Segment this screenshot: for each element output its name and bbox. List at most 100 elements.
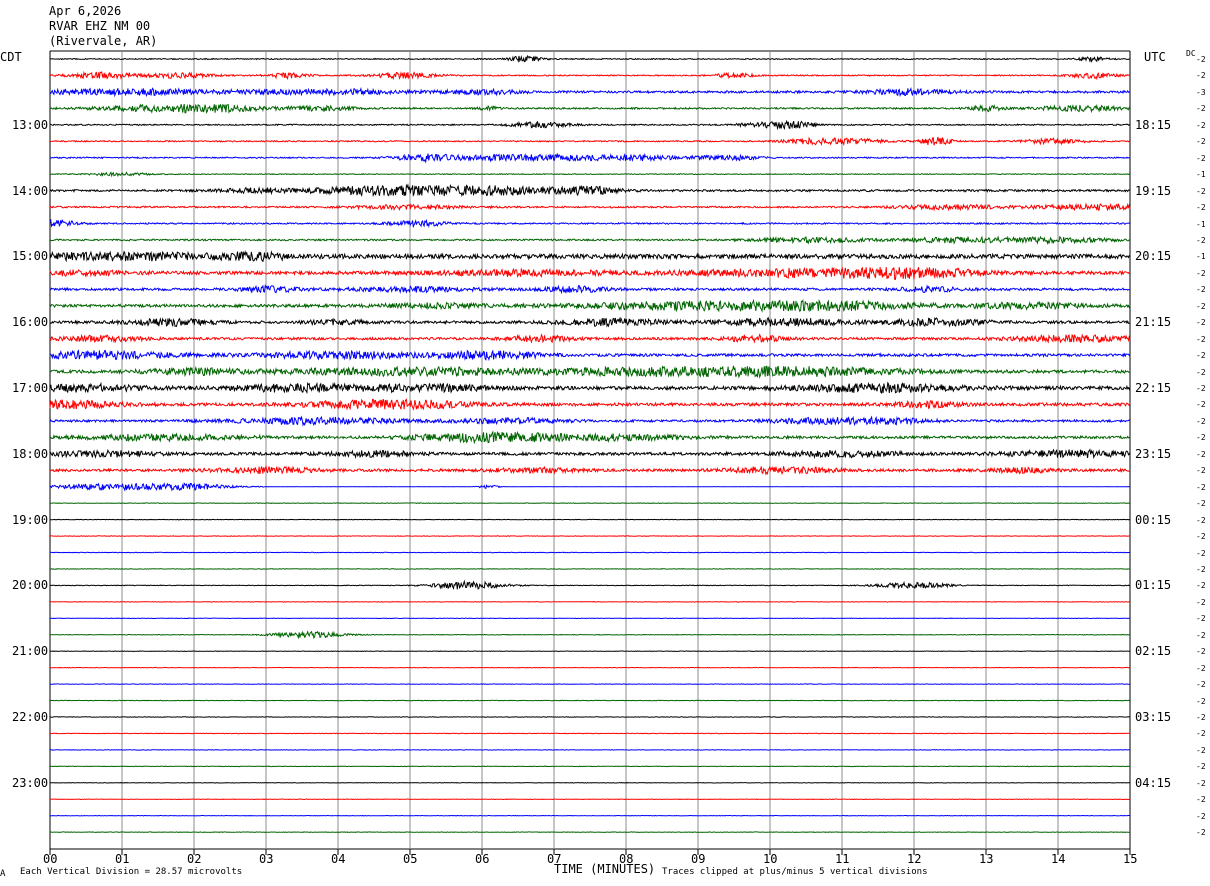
seismic-trace-48: [50, 831, 1131, 833]
dc-offset-value: -2: [1196, 745, 1206, 755]
dc-offset-value: -2: [1196, 499, 1206, 509]
seismic-trace-25: [49, 448, 1131, 460]
seismic-trace-27: [49, 481, 1131, 492]
dc-offset-value: -2: [1196, 778, 1206, 788]
seismic-trace-38: [49, 666, 1131, 669]
seismic-trace-5: [49, 119, 1131, 131]
seismic-trace-33: [49, 579, 1131, 590]
right-hour-label: 19:15: [1135, 183, 1172, 198]
dc-offset-value: -2: [1196, 268, 1206, 278]
left-hour-label: 17:00: [12, 381, 49, 395]
left-hour-label: 13:00: [12, 117, 49, 132]
dc-offset-value: -2: [1196, 647, 1206, 657]
seismic-trace-15: [49, 284, 1131, 295]
dc-offset-value: -2: [1196, 811, 1206, 821]
dc-offset-value: -2: [1196, 548, 1206, 558]
seismic-trace-19: [49, 349, 1131, 362]
seismic-trace-20: [49, 365, 1131, 379]
x-tick-label: 12: [907, 852, 922, 866]
left-hour-label: 18:00: [12, 446, 49, 461]
right-hour-label: 23:15: [1135, 446, 1172, 461]
dc-offset-value: -2: [1196, 828, 1206, 838]
seismic-trace-13: [49, 249, 1131, 263]
seismic-trace-14: [49, 266, 1130, 280]
right-hour-label: 03:15: [1135, 710, 1172, 724]
dc-offset-value: -3: [1196, 87, 1206, 97]
right-hour-label: 20:15: [1135, 249, 1172, 264]
dc-offset-value: -1: [1196, 170, 1206, 180]
seismic-trace-32: [49, 568, 1130, 570]
dc-offset-value: -2: [1196, 120, 1206, 130]
x-tick-label: 09: [691, 852, 706, 866]
seismic-trace-16: [49, 298, 1131, 313]
right-hour-label: 00:15: [1135, 512, 1172, 527]
seismic-trace-4: [49, 103, 1131, 115]
dc-offset-value: -2: [1196, 680, 1206, 690]
dc-offset-value: -2: [1196, 71, 1206, 81]
dc-offset-value: -1: [1196, 252, 1206, 262]
seismic-trace-26: [49, 464, 1131, 476]
dc-offset-value: -2: [1196, 466, 1206, 476]
x-tick-label: 02: [187, 852, 202, 866]
dc-offset-value: -2: [1196, 433, 1206, 443]
left-hour-label: 16:00: [12, 315, 49, 330]
seismic-trace-36: [50, 630, 1131, 640]
seismic-trace-11: [49, 218, 1131, 229]
dc-offset-value: -2: [1196, 581, 1206, 591]
dc-offset-value: -2: [1196, 449, 1206, 459]
dc-offset-value: -2: [1196, 614, 1206, 624]
dc-offset-value: -2: [1196, 351, 1206, 361]
seismic-trace-3: [50, 86, 1131, 98]
seismic-trace-42: [49, 732, 1130, 735]
seismic-trace-8: [49, 171, 1131, 178]
dc-offset-value: -2: [1196, 482, 1206, 492]
seismic-trace-12: [49, 235, 1131, 245]
seismic-trace-17: [49, 316, 1131, 328]
seismic-trace-6: [49, 136, 1131, 147]
seismic-trace-18: [49, 333, 1131, 344]
left-hour-label: 15:00: [12, 249, 49, 264]
dc-offset-value: -2: [1196, 104, 1206, 114]
dc-offset-value: -2: [1196, 235, 1206, 245]
right-hour-label: 21:15: [1135, 315, 1172, 330]
left-hour-label: 20:00: [12, 578, 49, 593]
seismic-trace-7: [49, 152, 1131, 164]
seismic-trace-46: [49, 798, 1131, 801]
x-tick-label: 10: [763, 852, 778, 866]
dc-offset-value: -2: [1196, 334, 1206, 344]
dc-offset-value: -2: [1196, 137, 1206, 147]
x-tick-label: 13: [979, 852, 994, 866]
dc-offset-value: -2: [1196, 532, 1206, 542]
seismic-trace-34: [50, 600, 1131, 603]
dc-offset-value: -2: [1196, 795, 1206, 805]
right-hour-label: 18:15: [1135, 117, 1172, 132]
seismic-trace-22: [49, 398, 1131, 411]
x-tick-label: 15: [1123, 852, 1138, 866]
seismic-trace-10: [49, 202, 1131, 212]
dc-offset-value: -2: [1196, 318, 1206, 328]
dc-offset-value: -2: [1196, 597, 1206, 607]
dc-offset-value: -2: [1196, 186, 1206, 196]
left-hour-label: 21:00: [12, 644, 49, 659]
dc-offset-value: -2: [1196, 663, 1206, 673]
right-hour-label: 01:15: [1135, 578, 1172, 593]
seismic-trace-21: [49, 381, 1131, 395]
dc-offset-value: -2: [1196, 55, 1206, 64]
dc-offset-value: -2: [1196, 630, 1206, 640]
dc-offset-value: -2: [1196, 564, 1206, 574]
helicorder-plot: [49, 50, 1131, 855]
x-tick-label: 11: [835, 852, 850, 866]
seismic-trace-2: [49, 70, 1131, 81]
seismic-trace-9: [49, 183, 1131, 198]
seismic-trace-1: [49, 54, 1130, 63]
seismic-trace-30: [49, 535, 1131, 537]
division-note: Each Vertical Division = 28.57 microvolt…: [20, 867, 243, 877]
left-hour-label: 14:00: [12, 183, 49, 198]
dc-offset-value: -2: [1196, 203, 1206, 213]
seismic-trace-24: [50, 430, 1131, 445]
dc-offset-value: -2: [1196, 153, 1206, 163]
dc-offset-value: -2: [1196, 301, 1206, 311]
right-hour-label: 22:15: [1135, 381, 1172, 395]
dc-offset-value: -1: [1196, 219, 1206, 229]
dc-offset-value: -2: [1196, 696, 1206, 706]
